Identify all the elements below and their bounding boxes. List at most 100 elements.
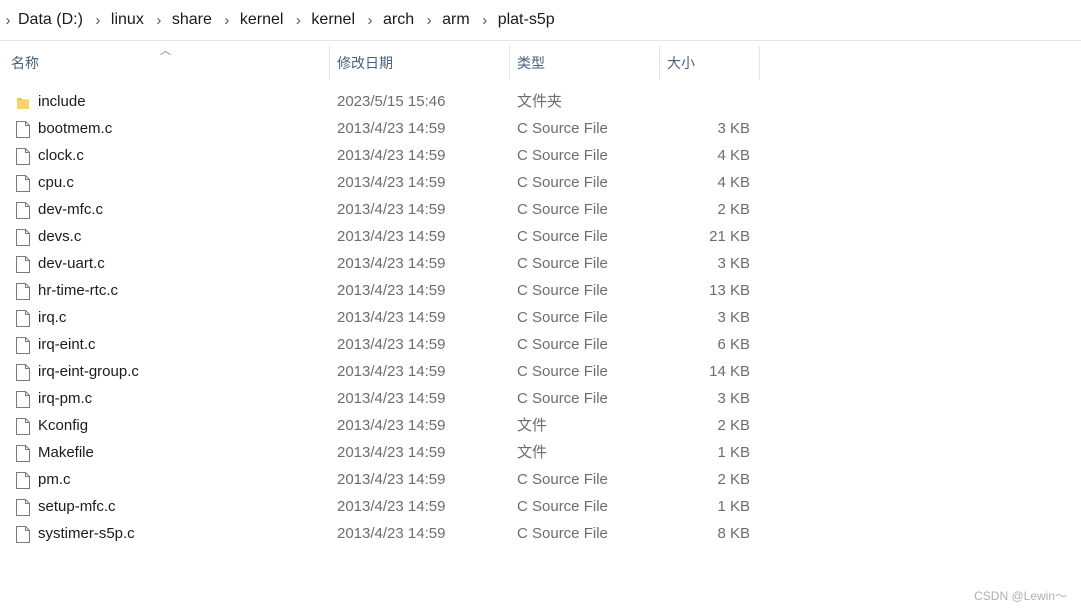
file-modified-date: 2013/4/23 14:59 — [337, 525, 446, 542]
file-icon — [16, 444, 30, 462]
file-size: 13 KB — [709, 282, 750, 299]
file-row[interactable]: dev-uart.c 2013/4/23 14:59 C Source File 3 … — [0, 250, 1081, 277]
file-size: 2 KB — [717, 471, 750, 488]
file-row[interactable]: bootmem.c 2013/4/23 14:59 C Source File 3 K… — [0, 115, 1081, 142]
file-name: devs.c — [38, 228, 82, 245]
file-type: C Source File — [517, 498, 608, 515]
file-row[interactable]: irq-eint.c 2013/4/23 14:59 C Source File 6 … — [0, 331, 1081, 358]
file-icon — [16, 147, 30, 165]
column-header-size[interactable]: 大小 — [667, 46, 759, 80]
column-divider[interactable] — [329, 46, 330, 80]
file-row[interactable]: irq-pm.c 2013/4/23 14:59 C Source File 3 KB — [0, 385, 1081, 412]
file-modified-date: 2013/4/23 14:59 — [337, 174, 446, 191]
file-name: bootmem.c — [38, 120, 113, 137]
breadcrumb-item[interactable]: › arm — [418, 11, 474, 29]
file-icon — [16, 282, 30, 300]
file-modified-date: 2013/4/23 14:59 — [337, 471, 446, 488]
file-size: 3 KB — [717, 309, 750, 326]
file-row[interactable]: clock.c 2013/4/23 14:59 C Source File 4 KB — [0, 142, 1081, 169]
file-modified-date: 2013/4/23 14:59 — [337, 255, 446, 272]
column-header-date[interactable]: 修改日期 — [337, 46, 509, 80]
breadcrumb-item[interactable]: › share — [148, 11, 216, 29]
file-row[interactable]: irq.c 2013/4/23 14:59 C Source File 3 KB — [0, 304, 1081, 331]
file-size: 3 KB — [717, 390, 750, 407]
file-icon — [16, 255, 30, 273]
breadcrumb-label: Data (D:) — [18, 11, 83, 28]
file-modified-date: 2013/4/23 14:59 — [337, 282, 446, 299]
file-row[interactable]: irq-eint-group.c 2013/4/23 14:59 C Source … — [0, 358, 1081, 385]
chevron-right-icon[interactable]: › — [216, 12, 238, 29]
column-divider[interactable] — [509, 46, 510, 80]
chevron-right-icon[interactable]: › — [359, 12, 381, 29]
file-type: C Source File — [517, 228, 608, 245]
file-row[interactable]: devs.c 2013/4/23 14:59 C Source File 21 KB — [0, 223, 1081, 250]
chevron-right-icon[interactable]: › — [474, 12, 496, 29]
file-name: irq-eint-group.c — [38, 363, 139, 380]
breadcrumb-label: share — [171, 11, 212, 28]
file-icon — [16, 228, 30, 246]
file-type: C Source File — [517, 282, 608, 299]
column-divider[interactable] — [759, 46, 760, 80]
file-row[interactable]: dev-mfc.c 2013/4/23 14:59 C Source File 2 K… — [0, 196, 1081, 223]
folder-icon — [16, 93, 30, 110]
file-size: 3 KB — [717, 255, 750, 272]
chevron-right-icon[interactable]: › — [0, 12, 16, 29]
file-row[interactable]: include 2023/5/15 15:46 文件夹 — [0, 88, 1081, 115]
file-modified-date: 2013/4/23 14:59 — [337, 390, 446, 407]
file-icon — [16, 174, 30, 192]
breadcrumb-item[interactable]: › Data (D:) — [0, 11, 87, 29]
file-modified-date: 2013/4/23 14:59 — [337, 147, 446, 164]
file-row[interactable]: Makefile 2013/4/23 14:59 文件 1 KB — [0, 439, 1081, 466]
file-row[interactable]: Kconfig 2013/4/23 14:59 文件 2 KB — [0, 412, 1081, 439]
file-name: dev-uart.c — [38, 255, 105, 272]
file-modified-date: 2013/4/23 14:59 — [337, 498, 446, 515]
file-size: 3 KB — [717, 120, 750, 137]
breadcrumb-item[interactable]: › plat-s5p — [474, 11, 559, 29]
file-name: pm.c — [38, 471, 71, 488]
breadcrumb-item[interactable]: › arch — [359, 11, 418, 29]
column-headers: 名称 ︿ 修改日期 类型 大小 — [0, 45, 760, 80]
file-type: C Source File — [517, 255, 608, 272]
column-divider[interactable] — [659, 46, 660, 80]
breadcrumb-label: plat-s5p — [497, 11, 555, 28]
file-modified-date: 2013/4/23 14:59 — [337, 120, 446, 137]
file-modified-date: 2013/4/23 14:59 — [337, 309, 446, 326]
file-name: setup-mfc.c — [38, 498, 116, 515]
breadcrumb-label: arm — [442, 11, 470, 28]
breadcrumb-label: linux — [110, 11, 144, 28]
file-row[interactable]: pm.c 2013/4/23 14:59 C Source File 2 KB — [0, 466, 1081, 493]
file-size: 1 KB — [717, 498, 750, 515]
file-type: C Source File — [517, 525, 608, 542]
file-name: include — [38, 93, 86, 110]
file-icon — [16, 363, 30, 381]
file-type: C Source File — [517, 201, 608, 218]
chevron-right-icon[interactable]: › — [418, 12, 440, 29]
breadcrumb-label: kernel — [311, 11, 355, 28]
file-type: 文件夹 — [517, 93, 563, 110]
file-row[interactable]: systimer-s5p.c 2013/4/23 14:59 C Source Fi… — [0, 520, 1081, 547]
chevron-right-icon[interactable]: › — [148, 12, 170, 29]
file-name: systimer-s5p.c — [38, 525, 135, 542]
file-icon — [16, 498, 30, 516]
file-icon — [16, 390, 30, 408]
chevron-right-icon[interactable]: › — [287, 12, 309, 29]
sort-ascending-icon: ︿ — [160, 45, 171, 57]
file-size: 2 KB — [717, 201, 750, 218]
breadcrumb-label: arch — [383, 11, 415, 28]
breadcrumb-item[interactable]: › kernel — [287, 11, 359, 29]
file-type: C Source File — [517, 174, 608, 191]
file-type: C Source File — [517, 363, 608, 380]
file-icon — [16, 471, 30, 489]
breadcrumb-item[interactable]: › linux — [87, 11, 148, 29]
file-icon — [16, 309, 30, 327]
chevron-right-icon[interactable]: › — [87, 12, 109, 29]
file-row[interactable]: cpu.c 2013/4/23 14:59 C Source File 4 KB — [0, 169, 1081, 196]
file-name: cpu.c — [38, 174, 74, 191]
file-name: dev-mfc.c — [38, 201, 104, 218]
file-row[interactable]: setup-mfc.c 2013/4/23 14:59 C Source File 1… — [0, 493, 1081, 520]
file-size: 14 KB — [709, 363, 750, 380]
breadcrumb-item[interactable]: › kernel — [216, 11, 288, 29]
column-header-type[interactable]: 类型 — [517, 46, 659, 80]
file-row[interactable]: hr-time-rtc.c 2013/4/23 14:59 C Source Fil… — [0, 277, 1081, 304]
file-name: irq-pm.c — [38, 390, 93, 407]
